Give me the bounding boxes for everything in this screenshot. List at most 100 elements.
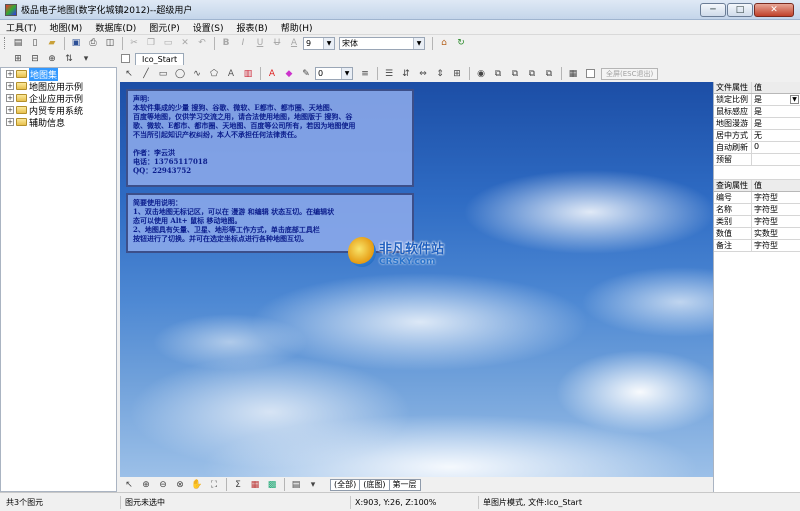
expand-icon[interactable]: + bbox=[6, 82, 14, 90]
query-row[interactable]: 类别 字符型 bbox=[714, 216, 800, 228]
minimize-button[interactable]: ─ bbox=[700, 2, 726, 17]
home-icon[interactable]: ⌂ bbox=[436, 36, 452, 50]
cut-icon[interactable]: ✂ bbox=[126, 36, 142, 50]
zoom-out-icon[interactable]: ⊖ bbox=[155, 478, 171, 492]
tree-node[interactable]: + 辅助信息 bbox=[1, 116, 116, 129]
tree-node[interactable]: + 内贸专用系统 bbox=[1, 104, 116, 117]
menu-help[interactable]: 帮助(H) bbox=[281, 21, 313, 34]
toolbar-grip[interactable] bbox=[4, 37, 7, 49]
line-style-icon[interactable]: ≡ bbox=[357, 67, 373, 81]
curve-tool-icon[interactable]: ∿ bbox=[189, 67, 205, 81]
group-icon[interactable]: ⊞ bbox=[449, 67, 465, 81]
open-icon[interactable]: ▤ bbox=[10, 36, 26, 50]
print-preview-icon[interactable]: ◫ bbox=[102, 36, 118, 50]
layer-tab-base[interactable]: (底图) bbox=[359, 478, 390, 491]
italic-icon[interactable]: I bbox=[235, 36, 251, 50]
prop-row-auto-refresh[interactable]: 自动刷新 0 bbox=[714, 142, 800, 154]
fullscreen-checkbox[interactable] bbox=[586, 69, 595, 78]
fullscreen-button[interactable]: 全屏(ESC退出) bbox=[601, 67, 659, 80]
pan-hand-icon[interactable]: ✋ bbox=[189, 478, 205, 492]
align-icon[interactable]: ☰ bbox=[381, 67, 397, 81]
menu-tools[interactable]: 工具(T) bbox=[6, 21, 37, 34]
pointer-icon[interactable]: ↖ bbox=[121, 478, 137, 492]
tree-add-icon[interactable]: ⊕ bbox=[44, 52, 60, 66]
chevron-down-icon[interactable]: ▼ bbox=[790, 95, 799, 104]
layer-tab-all[interactable]: (全部) bbox=[330, 478, 361, 491]
menu-database[interactable]: 数据库(D) bbox=[95, 21, 136, 34]
expand-icon[interactable]: + bbox=[6, 106, 14, 114]
query-row[interactable]: 数值 实数型 bbox=[714, 228, 800, 240]
center-icon[interactable]: ⇕ bbox=[432, 67, 448, 81]
font-name-select[interactable]: 宋体 ▼ bbox=[339, 36, 425, 50]
layer-tab-first[interactable]: 第一层 bbox=[388, 478, 421, 491]
prop-row-lock-scale[interactable]: 锁定比例 是 ▼ bbox=[714, 94, 800, 106]
folder-open-icon[interactable]: ▰ bbox=[44, 36, 60, 50]
sum-icon[interactable]: Σ bbox=[230, 478, 246, 492]
bring-front-icon[interactable]: ⧉ bbox=[490, 67, 506, 81]
font-color-icon[interactable]: A bbox=[286, 36, 302, 50]
print-icon[interactable]: ⎙ bbox=[85, 36, 101, 50]
copy-icon[interactable]: ❐ bbox=[143, 36, 159, 50]
query-row[interactable]: 名称 字符型 bbox=[714, 204, 800, 216]
tree-node[interactable]: + 地图集 bbox=[1, 67, 116, 81]
zoom-window-icon[interactable]: ⊗ bbox=[172, 478, 188, 492]
prop-row-mouse-sense[interactable]: 鼠标感应 是 bbox=[714, 106, 800, 118]
prop-row-center-mode[interactable]: 居中方式 无 bbox=[714, 130, 800, 142]
close-button[interactable]: ✕ bbox=[754, 2, 794, 17]
underline-icon[interactable]: U bbox=[252, 36, 268, 50]
undo-icon[interactable]: ↶ bbox=[194, 36, 210, 50]
new-file-icon[interactable]: ▯ bbox=[27, 36, 43, 50]
layers-icon[interactable]: ▤ bbox=[288, 478, 304, 492]
distribute-icon[interactable]: ⇵ bbox=[398, 67, 414, 81]
refresh-icon[interactable]: ↻ bbox=[453, 36, 469, 50]
expand-icon[interactable]: + bbox=[6, 118, 14, 126]
ellipse-tool-icon[interactable]: ◯ bbox=[172, 67, 188, 81]
prop-row-reserved[interactable]: 预留 bbox=[714, 154, 800, 166]
menu-report[interactable]: 报表(B) bbox=[236, 21, 267, 34]
maximize-button[interactable]: □ bbox=[727, 2, 753, 17]
rectangle-tool-icon[interactable]: ▭ bbox=[155, 67, 171, 81]
strikethrough-icon[interactable]: U bbox=[269, 36, 285, 50]
fill-color-icon[interactable]: ◆ bbox=[281, 67, 297, 81]
tree-menu-icon[interactable]: ▾ bbox=[78, 52, 94, 66]
delete-icon[interactable]: ✕ bbox=[177, 36, 193, 50]
tree-label[interactable]: 辅助信息 bbox=[29, 116, 65, 129]
tree-props-icon[interactable]: ⊞ bbox=[10, 52, 26, 66]
menu-map[interactable]: 地图(M) bbox=[50, 21, 83, 34]
chart-tool-icon[interactable]: ▥ bbox=[240, 67, 256, 81]
polygon-tool-icon[interactable]: ⬠ bbox=[206, 67, 222, 81]
expand-icon[interactable]: + bbox=[6, 70, 14, 78]
bold-icon[interactable]: B bbox=[218, 36, 234, 50]
line-color-icon[interactable]: ✎ bbox=[298, 67, 314, 81]
tab-ico-start[interactable]: Ico_Start bbox=[135, 53, 185, 65]
save-icon[interactable]: ▣ bbox=[68, 36, 84, 50]
map-canvas[interactable]: 声明: 本软件集成的少量 搜狗、谷歌、微软、E都市、都市圈、天地图、 百度等地图… bbox=[120, 82, 713, 477]
text-tool-icon[interactable]: A bbox=[223, 67, 239, 81]
paste-icon[interactable]: ▭ bbox=[160, 36, 176, 50]
bring-forward-icon[interactable]: ⧉ bbox=[524, 67, 540, 81]
send-backward-icon[interactable]: ⧉ bbox=[541, 67, 557, 81]
expand-icon[interactable]: + bbox=[6, 94, 14, 102]
zoom-in-icon[interactable]: ⊕ bbox=[138, 478, 154, 492]
same-size-icon[interactable]: ⇔ bbox=[415, 67, 431, 81]
query-row[interactable]: 编号 字符型 bbox=[714, 192, 800, 204]
menu-settings[interactable]: 设置(S) bbox=[193, 21, 224, 34]
menu-element[interactable]: 图元(P) bbox=[149, 21, 179, 34]
tree-node[interactable]: + 地图应用示例 bbox=[1, 80, 116, 93]
send-back-icon[interactable]: ⧉ bbox=[507, 67, 523, 81]
disclaimer-note[interactable]: 声明: 本软件集成的少量 搜狗、谷歌、微软、E都市、都市圈、天地图、 百度等地图… bbox=[126, 89, 414, 187]
dropdown-icon[interactable]: ▾ bbox=[305, 478, 321, 492]
tree-expand-icon[interactable]: ⊟ bbox=[27, 52, 43, 66]
layer-icon[interactable]: ◉ bbox=[473, 67, 489, 81]
full-extent-icon[interactable]: ⛶ bbox=[206, 478, 222, 492]
tree-node[interactable]: + 企业应用示例 bbox=[1, 92, 116, 105]
tab-checkbox[interactable] bbox=[121, 54, 130, 63]
text-color-icon[interactable]: A bbox=[264, 67, 280, 81]
font-size-select[interactable]: 9 ▼ bbox=[303, 36, 335, 50]
select-pointer-icon[interactable]: ↖ bbox=[121, 67, 137, 81]
prop-row-map-roam[interactable]: 地图漫游 是 bbox=[714, 118, 800, 130]
lock-icon[interactable]: ▦ bbox=[565, 67, 581, 81]
query-row[interactable]: 备注 字符型 bbox=[714, 240, 800, 252]
satellite-mode-icon[interactable]: ▩ bbox=[264, 478, 280, 492]
line-width-select[interactable]: 0 ▼ bbox=[315, 67, 353, 80]
